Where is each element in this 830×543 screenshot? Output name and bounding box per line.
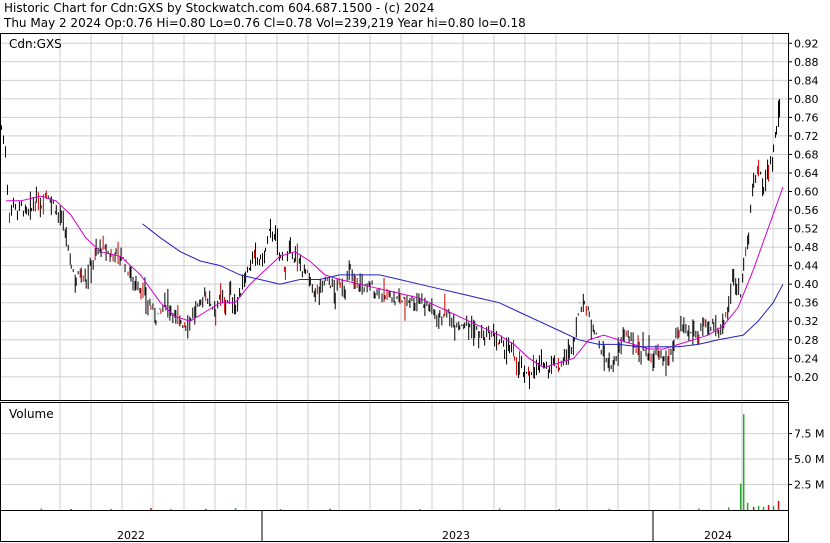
price-panel bbox=[0, 33, 789, 401]
volume-label: Volume bbox=[9, 407, 54, 421]
volume-tick-label: 5.0 M bbox=[794, 453, 824, 466]
price-tick-label: 0.88 bbox=[794, 56, 819, 69]
price-tick-label: 0.60 bbox=[794, 186, 819, 199]
price-tick-label: 0.24 bbox=[794, 352, 819, 365]
chart-header-line-2: Thu May 2 2024 Op:0.76 Hi=0.80 Lo=0.76 C… bbox=[3, 16, 526, 30]
price-tick-label: 0.32 bbox=[794, 315, 819, 328]
symbol-label: Cdn:GXS bbox=[9, 37, 62, 51]
price-tick-label: 0.64 bbox=[794, 167, 819, 180]
price-tick-label: 0.84 bbox=[794, 74, 819, 87]
volume-tick-label: 7.5 M bbox=[794, 428, 824, 441]
price-tick-label: 0.52 bbox=[794, 223, 819, 236]
price-tick-label: 0.40 bbox=[794, 278, 819, 291]
price-tick-label: 0.28 bbox=[794, 334, 819, 347]
price-tick-label: 0.20 bbox=[794, 371, 819, 384]
year-label: 2022 bbox=[117, 529, 145, 542]
price-tick-label: 0.44 bbox=[794, 260, 819, 273]
price-axis: 0.92 0.88 0.84 0.80 0.76 0.72 0.68 0.64 0.60 0.56… bbox=[788, 37, 819, 384]
price-tick-label: 0.92 bbox=[794, 37, 819, 50]
stock-chart: Historic Chart for Cdn:GXS by Stockwatch… bbox=[0, 1, 824, 542]
volume-tick-label: 2.5 M bbox=[794, 479, 824, 492]
price-tick-label: 0.72 bbox=[794, 130, 819, 143]
volume-axis: 7.5 M 5.0 M 2.5 M bbox=[788, 428, 824, 492]
price-tick-label: 0.56 bbox=[794, 204, 819, 217]
price-tick-label: 0.48 bbox=[794, 241, 819, 254]
price-tick-label: 0.68 bbox=[794, 148, 819, 161]
price-tick-label: 0.80 bbox=[794, 93, 819, 106]
price-tick-label: 0.76 bbox=[794, 111, 819, 124]
chart-header-line-1: Historic Chart for Cdn:GXS by Stockwatch… bbox=[4, 1, 434, 15]
year-label: 2024 bbox=[704, 529, 732, 542]
year-label: 2023 bbox=[442, 529, 470, 542]
price-tick-label: 0.36 bbox=[794, 297, 819, 310]
volume-panel bbox=[0, 402, 789, 511]
